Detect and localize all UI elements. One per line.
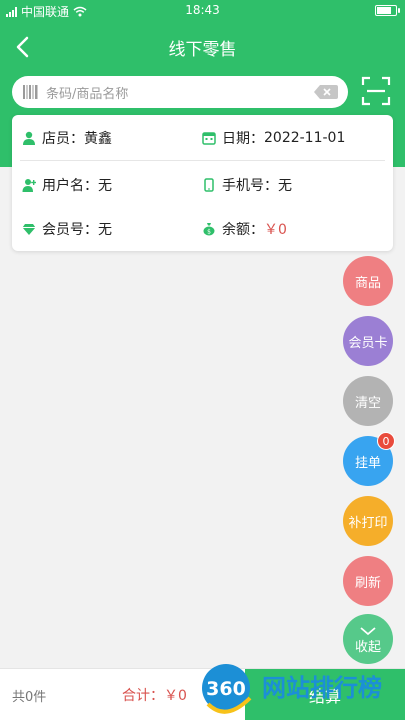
member-card-label: 会员卡 [348, 335, 388, 351]
refresh-button[interactable]: 刷新 [343, 556, 393, 606]
goods-label: 商品 [354, 275, 381, 291]
phone-icon [204, 178, 214, 192]
balance-label: 余额： [222, 222, 264, 238]
username-value: 无 [98, 178, 112, 194]
hold-order-label: 挂单 [354, 455, 381, 471]
clear-input-icon[interactable] [314, 85, 338, 99]
balance-field: $ 余额： ￥0 [202, 219, 287, 239]
svg-text:网站排行榜: 网站排行榜 [262, 674, 382, 702]
status-bar: 中国联通 18:43 [0, 0, 405, 22]
collapse-button[interactable]: 收起 [343, 614, 393, 664]
member-no-value: 无 [98, 222, 112, 238]
person-icon [23, 131, 35, 145]
calendar-icon [202, 132, 216, 145]
diamond-icon [22, 224, 36, 235]
card-divider [20, 160, 385, 161]
user-add-icon [22, 179, 36, 192]
balance-value: ￥0 [264, 222, 287, 238]
chevron-down-icon [360, 626, 376, 635]
goods-button[interactable]: 商品 [343, 256, 393, 306]
clerk-field: 店员： 黄鑫 [22, 128, 112, 148]
refresh-label: 刷新 [354, 575, 381, 591]
username-field: 用户名： 无 [22, 175, 112, 195]
username-label: 用户名： [42, 178, 98, 194]
page-title: 线下零售 [168, 40, 237, 60]
status-time: 18:43 [185, 3, 220, 17]
svg-text:$: $ [207, 229, 211, 236]
phone-label: 手机号： [222, 178, 278, 194]
date-label: 日期： [222, 131, 264, 147]
reprint-button[interactable]: 补打印 [343, 496, 393, 546]
money-bag-icon: $ [203, 223, 215, 236]
member-info-card: 店员： 黄鑫 日期： 2022-11-01 用户名： 无 手机号： 无 会员号：… [12, 115, 393, 251]
hold-order-button[interactable]: 挂单 0 [343, 432, 395, 486]
search-bar[interactable]: 条码/商品名称 [12, 76, 348, 108]
clerk-value: 黄鑫 [84, 131, 112, 147]
total-amount: 合计：￥0 [122, 688, 187, 704]
svg-text:360: 360 [206, 678, 246, 700]
hold-count-badge: 0 [377, 432, 395, 450]
clear-button[interactable]: 清空 [343, 376, 393, 426]
member-card-button[interactable]: 会员卡 [343, 316, 393, 366]
collapse-label: 收起 [354, 639, 381, 655]
battery-icon [375, 5, 400, 16]
barcode-icon [23, 85, 38, 99]
clerk-label: 店员： [42, 131, 84, 147]
member-no-label: 会员号： [42, 222, 98, 238]
phone-field: 手机号： 无 [202, 175, 292, 195]
reprint-label: 补打印 [348, 515, 388, 531]
watermark-logo: 360 网站排行榜 [202, 664, 382, 714]
search-input[interactable]: 条码/商品名称 [46, 83, 128, 102]
phone-value: 无 [278, 178, 292, 194]
member-no-field: 会员号： 无 [22, 219, 112, 239]
scan-icon[interactable] [361, 76, 391, 106]
date-value: 2022-11-01 [264, 130, 346, 146]
date-field: 日期： 2022-11-01 [202, 128, 345, 148]
item-count: 共0件 [12, 690, 47, 705]
clear-label: 清空 [354, 395, 381, 411]
